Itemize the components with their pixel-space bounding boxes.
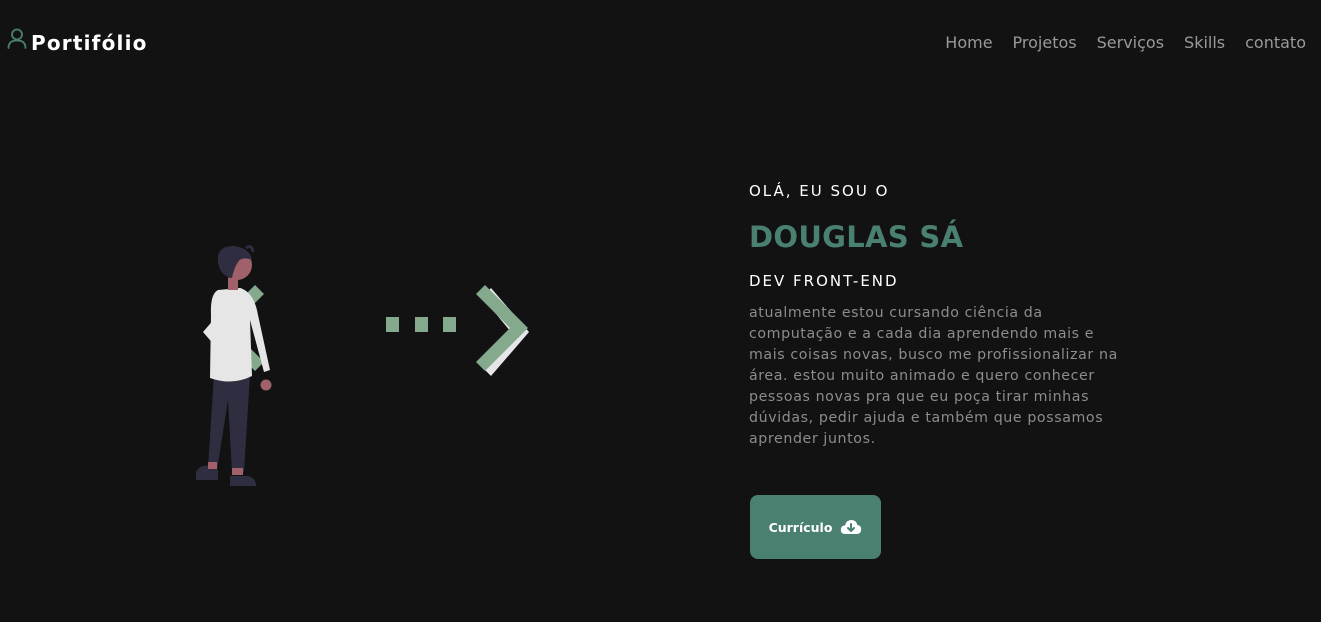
curriculo-button[interactable]: Currículo	[750, 495, 881, 559]
hero-intro: OLÁ, EU SOU O DOUGLAS SÁ DEV FRONT-END a…	[749, 182, 1149, 450]
developer-illustration	[190, 240, 550, 492]
role-text: DEV FRONT-END	[749, 272, 899, 290]
portfolio-page: Portifólio Home Projetos Serviços Skills…	[0, 0, 1321, 622]
hero-name: DOUGLAS SÁ	[749, 220, 964, 254]
user-icon	[7, 28, 27, 50]
nav-item-home[interactable]: Home	[945, 33, 992, 52]
nav-item-servicos[interactable]: Serviços	[1097, 33, 1164, 52]
main-nav: Home Projetos Serviços Skills contato	[945, 33, 1306, 52]
nav-item-projetos[interactable]: Projetos	[1013, 33, 1077, 52]
site-header: Portifólio Home Projetos Serviços Skills…	[0, 0, 1321, 86]
greeting-text: OLÁ, EU SOU O	[749, 182, 890, 200]
logo[interactable]: Portifólio	[7, 28, 148, 55]
logo-text: Portifólio	[31, 31, 148, 55]
cloud-download-icon	[840, 519, 862, 535]
nav-item-contato[interactable]: contato	[1245, 33, 1306, 52]
person-figure	[196, 245, 272, 486]
curriculo-label: Currículo	[768, 519, 833, 535]
nav-item-skills[interactable]: Skills	[1184, 33, 1225, 52]
bio-text: atualmente estou cursando ciência da com…	[749, 305, 1118, 447]
